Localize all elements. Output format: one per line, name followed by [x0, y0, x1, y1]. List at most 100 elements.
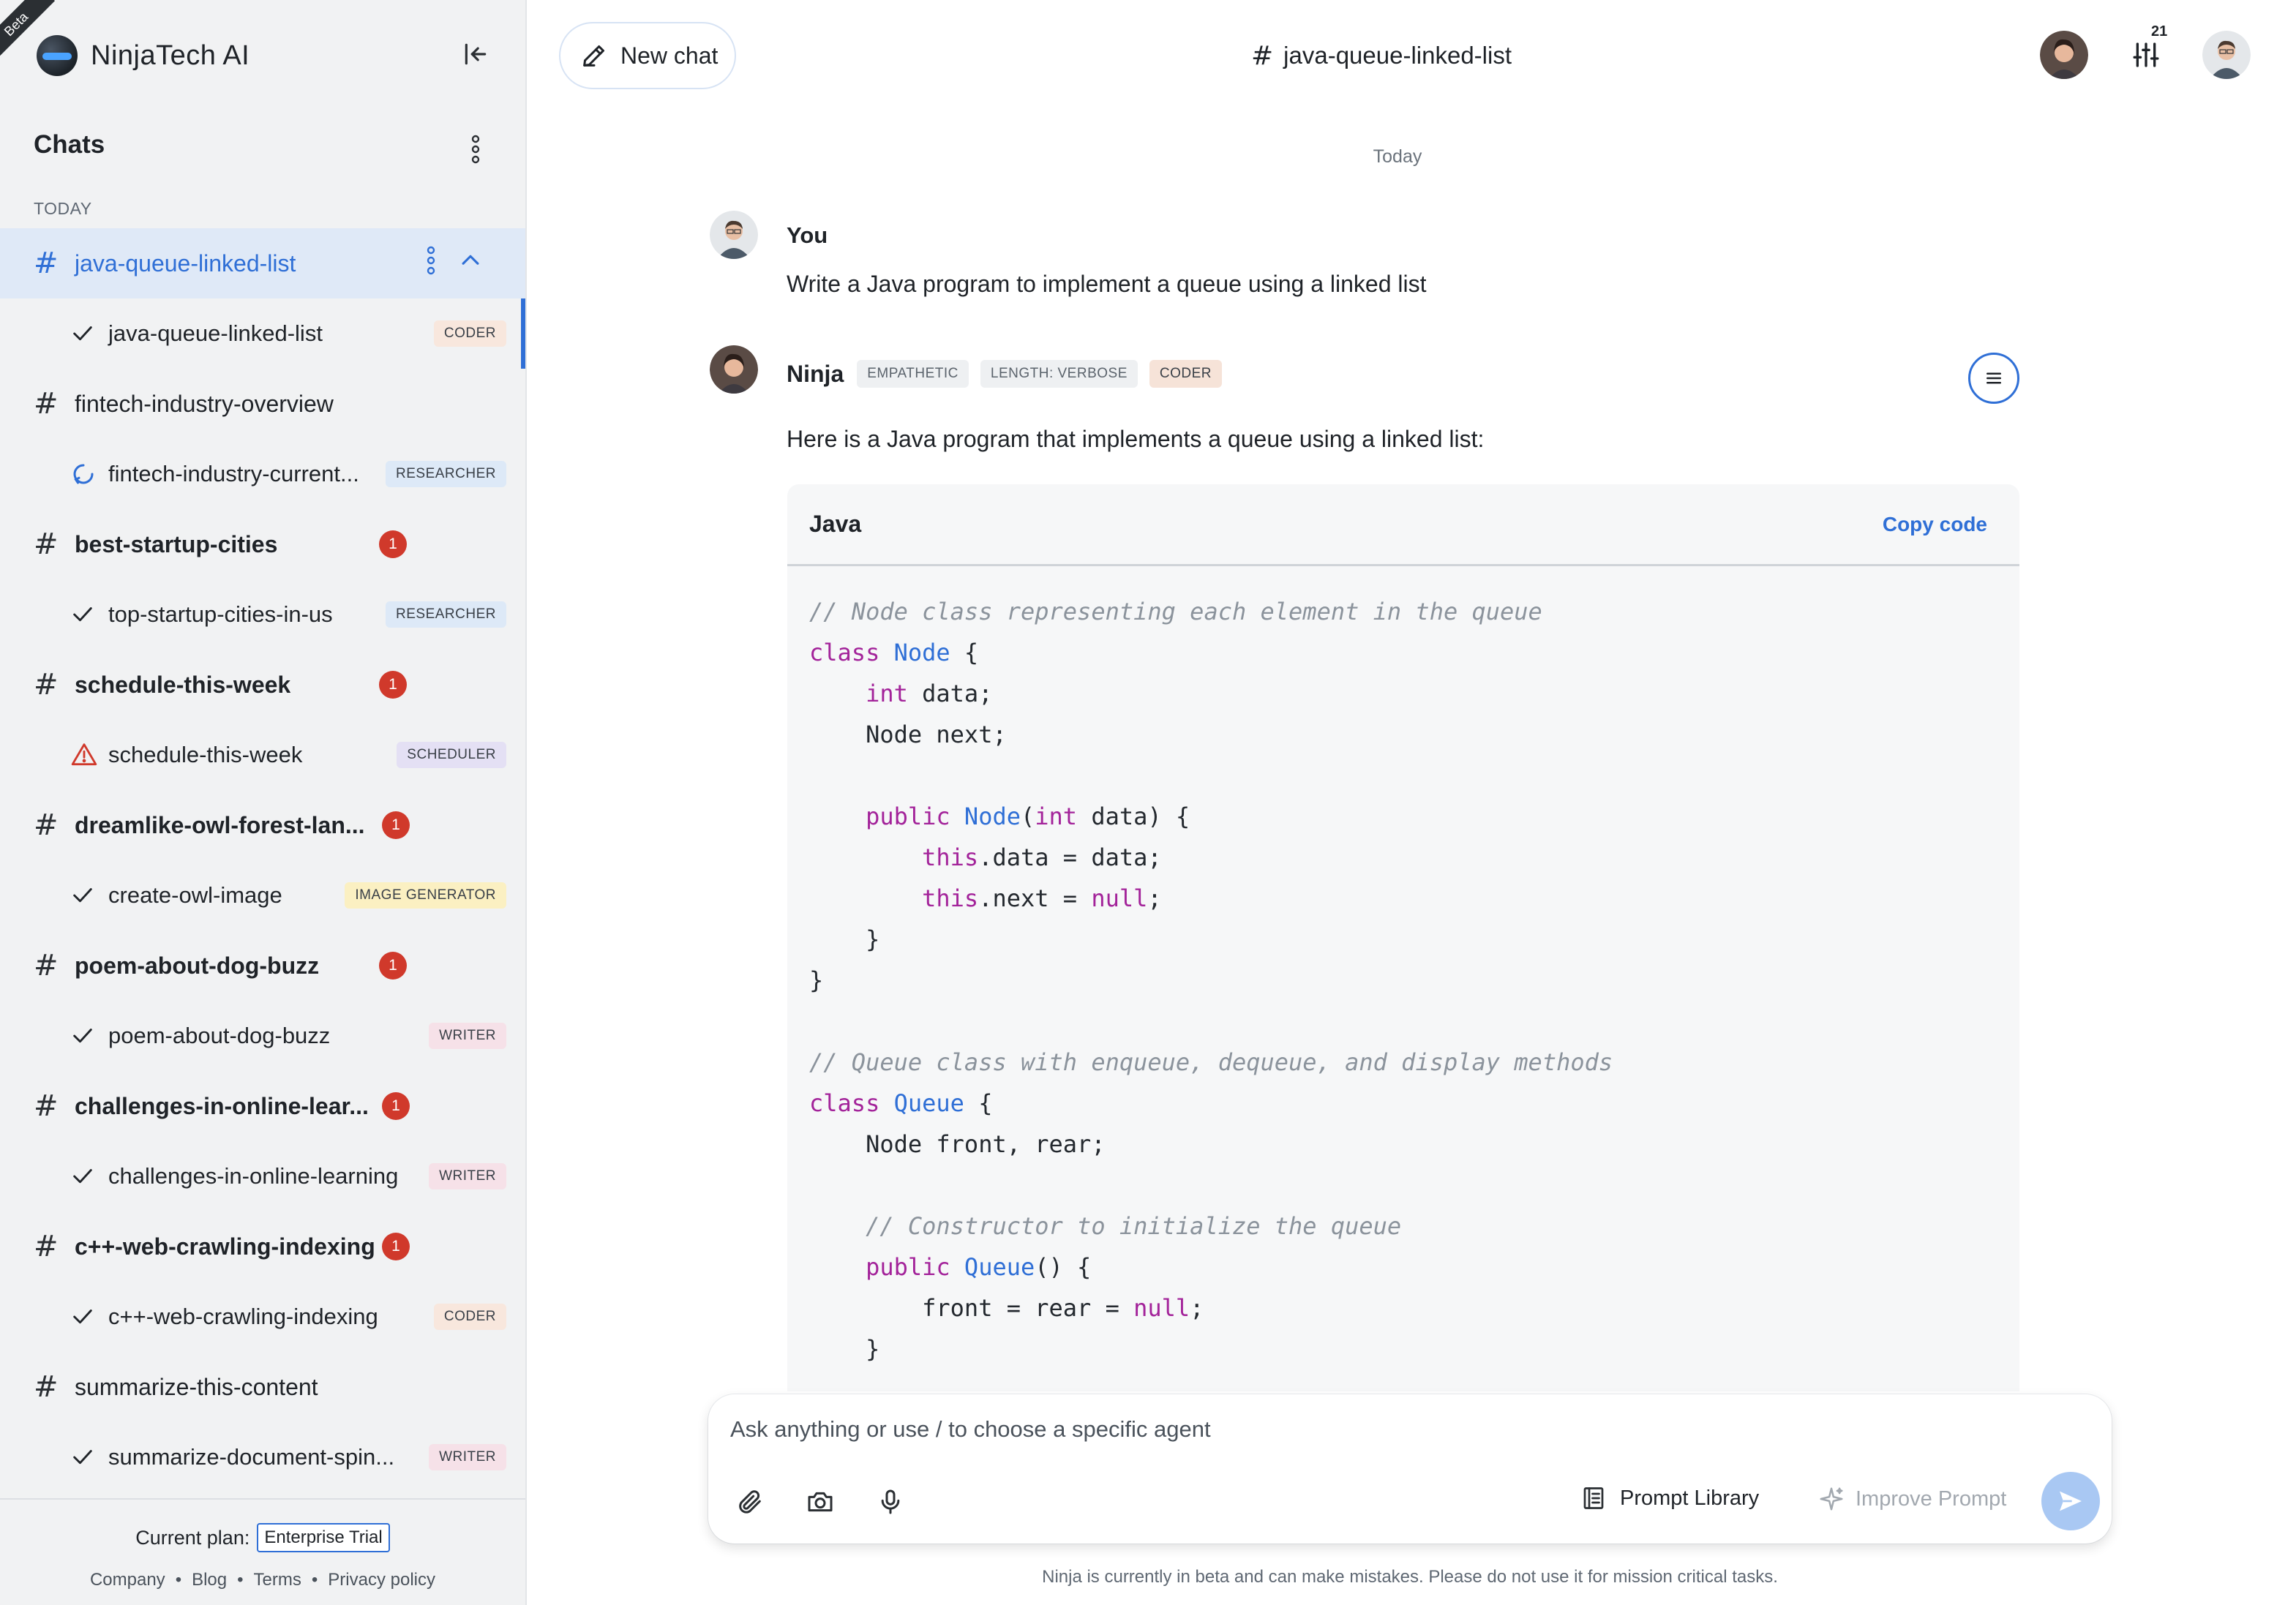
- sidebar-task-2[interactable]: top-startup-cities-in-us RESEARCHER: [0, 579, 525, 650]
- footer-link-privacy[interactable]: Privacy policy: [328, 1570, 435, 1590]
- ninja-message-author: Ninja: [787, 360, 844, 387]
- unread-count-badge: 1: [379, 530, 407, 558]
- footer-link-company[interactable]: Company: [90, 1570, 165, 1590]
- agent-badge: WRITER: [429, 1023, 506, 1049]
- agent-badge: SCHEDULER: [397, 742, 506, 768]
- hash-icon: #: [1251, 40, 1274, 71]
- prompt-library-label: Prompt Library: [1620, 1486, 1760, 1510]
- user-avatar[interactable]: [2202, 31, 2251, 79]
- menu-icon: [1987, 372, 2001, 384]
- sidebar-thread-8[interactable]: # summarize-this-content: [0, 1352, 525, 1422]
- chats-menu-button[interactable]: [461, 132, 490, 167]
- task-label: java-queue-linked-list: [108, 320, 323, 346]
- ninja-avatar[interactable]: [2040, 31, 2088, 79]
- microphone-icon: [881, 1489, 900, 1514]
- code-line: // Queue class with enqueue, dequeue, an…: [809, 1048, 1613, 1076]
- user-message-avatar: [710, 211, 758, 259]
- sidebar-task-3[interactable]: schedule-this-week SCHEDULER: [0, 720, 525, 790]
- copy-code-button[interactable]: Copy code: [1883, 513, 1987, 536]
- sidebar-thread-7[interactable]: # c++-web-crawling-indexing 1: [0, 1211, 525, 1282]
- attach-button[interactable]: [730, 1482, 770, 1522]
- thread-actions: [426, 246, 483, 279]
- collapse-sidebar-icon: [465, 43, 487, 65]
- code-line: }: [809, 925, 880, 953]
- more-vertical-icon: [471, 135, 480, 164]
- paperclip-icon: [739, 1490, 761, 1514]
- ninja-message-header: Ninja EMPATHETIC LENGTH: VERBOSE CODER: [787, 360, 1222, 388]
- footer-link-blog[interactable]: Blog: [192, 1570, 227, 1590]
- code-line: this.next = null;: [922, 884, 1162, 912]
- sidebar-task-5[interactable]: poem-about-dog-buzz WRITER: [0, 1001, 525, 1071]
- unread-count-badge: 1: [382, 1092, 410, 1120]
- code-body: // Node class representing each element …: [787, 566, 2019, 1369]
- sidebar-thread-4[interactable]: # dreamlike-owl-forest-lan... 1: [0, 790, 525, 860]
- ninja-message-avatar: [710, 345, 758, 394]
- task-label: challenges-in-online-learning: [108, 1163, 399, 1189]
- brand[interactable]: NinjaTech AI: [37, 34, 250, 78]
- sidebar-task-0[interactable]: java-queue-linked-list CODER: [0, 298, 525, 369]
- task-label: summarize-document-spin...: [108, 1444, 395, 1470]
- thread-label: c++-web-crawling-indexing: [75, 1233, 375, 1260]
- thread-label: summarize-this-content: [75, 1373, 318, 1400]
- code-line: Node front, rear;: [809, 1130, 1106, 1158]
- send-icon: [2060, 1491, 2082, 1511]
- separator-dot: •: [237, 1570, 244, 1590]
- chevron-up-icon[interactable]: [458, 248, 483, 277]
- disclaimer: Ninja is currently in beta and can make …: [1042, 1567, 1778, 1587]
- ninja-message-intro: Here is a Java program that implements a…: [787, 426, 1485, 452]
- code-line: }: [809, 1335, 880, 1363]
- plan-badge[interactable]: Enterprise Trial: [257, 1523, 390, 1552]
- sidebar-thread-5[interactable]: # poem-about-dog-buzz 1: [0, 931, 525, 1001]
- thread-label: best-startup-cities: [75, 530, 278, 557]
- prompt-input[interactable]: [730, 1416, 1755, 1443]
- thread-label: schedule-this-week: [75, 671, 291, 698]
- new-chat-button[interactable]: New chat: [559, 22, 736, 89]
- in-progress-icon: [70, 459, 108, 489]
- send-button[interactable]: [2041, 1472, 2100, 1530]
- improve-prompt-label: Improve Prompt: [1856, 1486, 2007, 1511]
- agent-badge: IMAGE GENERATOR: [345, 882, 506, 909]
- sidebar-thread-1[interactable]: # fintech-industry-overview: [0, 369, 525, 439]
- code-line: int data;: [866, 680, 993, 707]
- checkmark-icon: [70, 600, 108, 629]
- sidebar-thread-2[interactable]: # best-startup-cities 1: [0, 509, 525, 579]
- code-language: Java: [809, 511, 862, 537]
- sidebar-task-6[interactable]: challenges-in-online-learning WRITER: [0, 1141, 525, 1211]
- prompt-library-button[interactable]: Prompt Library: [1580, 1485, 1759, 1511]
- sidebar-task-4[interactable]: create-owl-image IMAGE GENERATOR: [0, 860, 525, 931]
- code-line: this.data = data;: [922, 843, 1162, 871]
- footer-link-terms[interactable]: Terms: [254, 1570, 301, 1590]
- new-chat-label: New chat: [620, 42, 719, 69]
- hash-icon: #: [34, 808, 59, 842]
- collapse-sidebar-button[interactable]: [457, 35, 495, 73]
- agent-badge: RESEARCHER: [386, 601, 506, 628]
- improve-prompt-button[interactable]: Improve Prompt: [1817, 1485, 2006, 1513]
- code-line: public Queue() {: [866, 1253, 1092, 1281]
- hash-icon: #: [34, 949, 59, 982]
- agent-badge: CODER: [433, 1304, 506, 1330]
- code-block: Java Copy code // Node class representin…: [787, 484, 2019, 1391]
- day-separator: Today: [1373, 146, 1422, 167]
- code-line: class Node {: [809, 639, 979, 666]
- sidebar-task-1[interactable]: fintech-industry-current... RESEARCHER: [0, 439, 525, 509]
- pencil-icon: [583, 45, 604, 67]
- hash-icon: #: [34, 1230, 59, 1263]
- chats-title: Chats: [34, 130, 105, 159]
- sidebar-footer: Current plan: Enterprise Trial Company •…: [0, 1498, 525, 1605]
- tag-empathetic: EMPATHETIC: [857, 360, 969, 388]
- camera-button[interactable]: [800, 1482, 840, 1522]
- thread-label: challenges-in-online-lear...: [75, 1092, 369, 1119]
- sidebar-task-8[interactable]: summarize-document-spin... WRITER: [0, 1422, 525, 1492]
- sidebar-thread-6[interactable]: # challenges-in-online-lear... 1: [0, 1071, 525, 1141]
- hash-icon: #: [34, 1370, 59, 1404]
- message-menu-button[interactable]: [1968, 353, 2019, 404]
- sidebar-thread-3[interactable]: # schedule-this-week 1: [0, 650, 525, 720]
- checkmark-icon: [70, 1162, 108, 1191]
- microphone-button[interactable]: [871, 1482, 910, 1522]
- sidebar-thread-0[interactable]: # java-queue-linked-list: [0, 228, 525, 298]
- sidebar-task-7[interactable]: c++-web-crawling-indexing CODER: [0, 1282, 525, 1352]
- thread-menu-icon[interactable]: [426, 246, 436, 279]
- checkmark-icon: [70, 1443, 108, 1472]
- composer: Prompt Library Improve Prompt: [708, 1394, 2112, 1544]
